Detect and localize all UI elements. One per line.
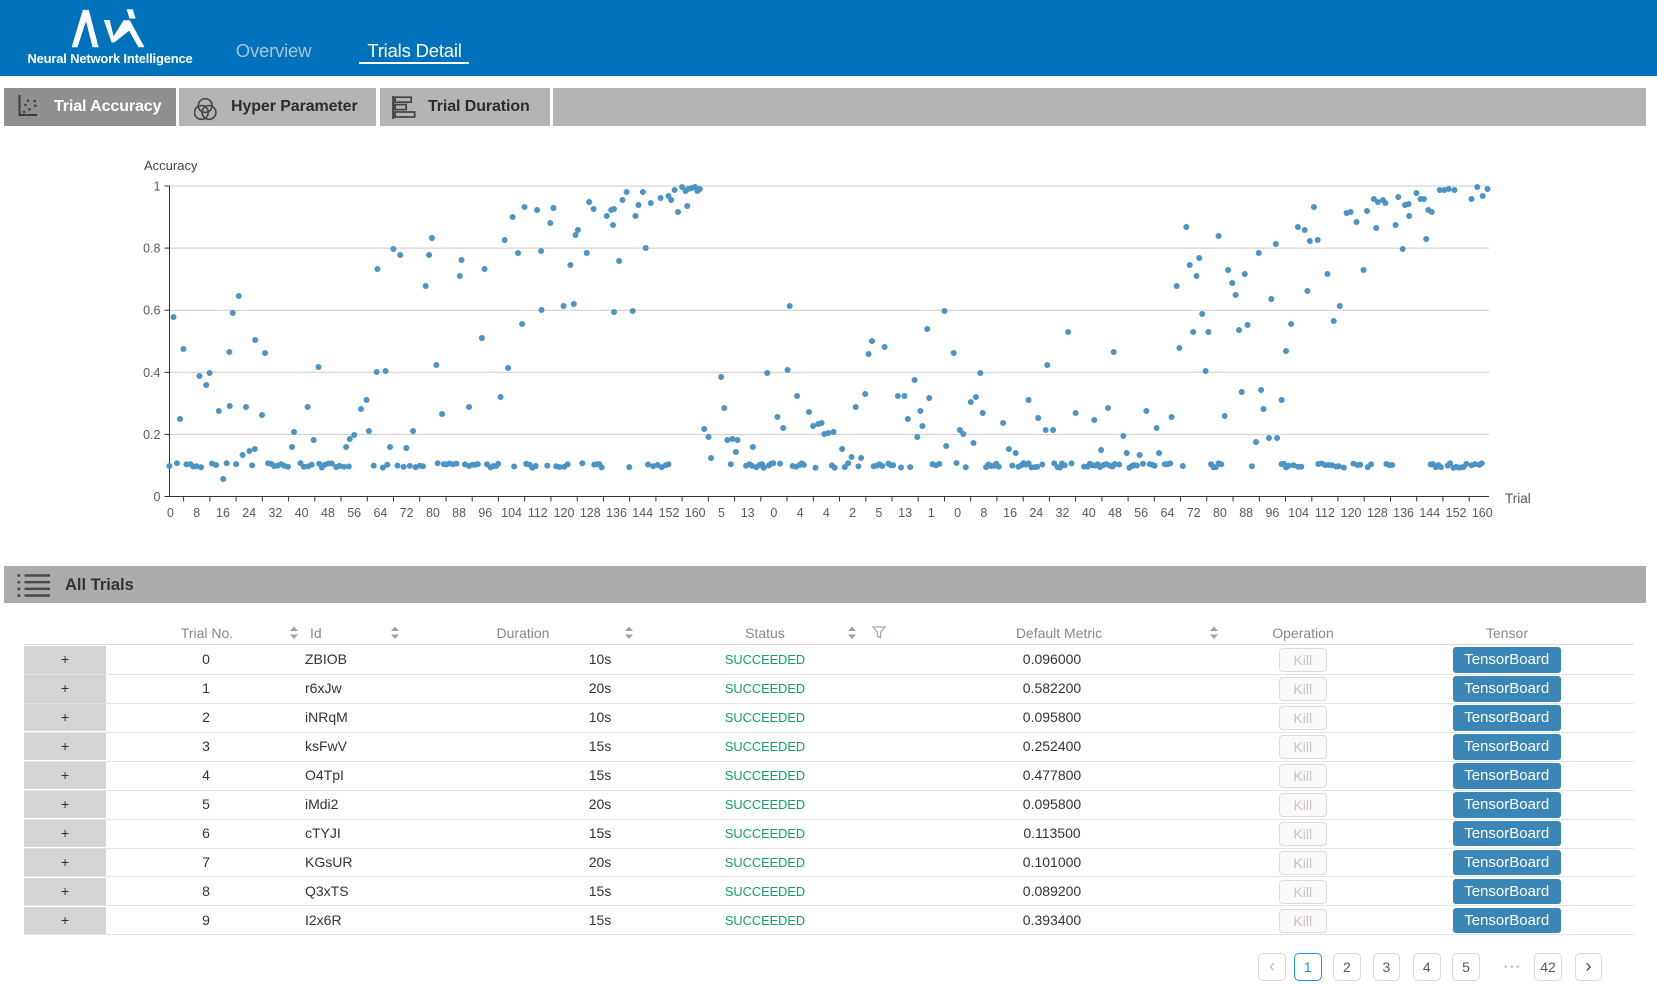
svg-text:160: 160	[1472, 506, 1493, 520]
svg-text:72: 72	[1187, 506, 1201, 520]
svg-text:112: 112	[1315, 506, 1335, 520]
svg-text:48: 48	[321, 506, 335, 520]
svg-text:32: 32	[1056, 506, 1070, 520]
svg-text:2: 2	[849, 506, 856, 520]
svg-text:72: 72	[400, 506, 414, 520]
svg-text:16: 16	[216, 506, 230, 520]
svg-text:96: 96	[1265, 506, 1279, 520]
svg-text:128: 128	[580, 506, 601, 520]
svg-text:104: 104	[1288, 506, 1309, 520]
svg-text:1: 1	[928, 506, 935, 520]
svg-text:8: 8	[193, 506, 200, 520]
svg-text:136: 136	[606, 506, 627, 520]
svg-text:152: 152	[1446, 506, 1467, 520]
svg-text:144: 144	[1419, 506, 1440, 520]
svg-text:136: 136	[1393, 506, 1414, 520]
svg-text:16: 16	[1003, 506, 1017, 520]
svg-text:13: 13	[741, 506, 755, 520]
svg-text:0: 0	[770, 506, 777, 520]
svg-text:4: 4	[797, 506, 804, 520]
svg-text:120: 120	[1341, 506, 1362, 520]
svg-text:0.8: 0.8	[143, 242, 160, 256]
svg-text:40: 40	[1082, 506, 1096, 520]
svg-text:0: 0	[154, 490, 161, 504]
svg-text:48: 48	[1108, 506, 1122, 520]
svg-text:144: 144	[632, 506, 653, 520]
svg-text:112: 112	[528, 506, 548, 520]
svg-text:5: 5	[718, 506, 725, 520]
svg-text:80: 80	[426, 506, 440, 520]
svg-text:160: 160	[685, 506, 706, 520]
svg-text:1: 1	[154, 180, 161, 194]
svg-text:0.6: 0.6	[143, 304, 160, 318]
svg-text:24: 24	[242, 506, 256, 520]
svg-text:88: 88	[1239, 506, 1253, 520]
svg-text:4: 4	[823, 506, 830, 520]
svg-text:24: 24	[1029, 506, 1043, 520]
svg-text:0: 0	[167, 506, 174, 520]
svg-text:56: 56	[1134, 506, 1148, 520]
svg-text:0.2: 0.2	[143, 428, 160, 442]
svg-text:152: 152	[659, 506, 680, 520]
svg-text:88: 88	[452, 506, 466, 520]
svg-text:5: 5	[875, 506, 882, 520]
svg-text:128: 128	[1367, 506, 1388, 520]
svg-text:64: 64	[373, 506, 387, 520]
svg-text:0.4: 0.4	[143, 366, 160, 380]
svg-text:13: 13	[898, 506, 912, 520]
svg-text:0: 0	[954, 506, 961, 520]
svg-text:8: 8	[980, 506, 987, 520]
svg-text:32: 32	[268, 506, 282, 520]
svg-text:104: 104	[501, 506, 522, 520]
svg-text:Trial: Trial	[1505, 491, 1531, 506]
svg-text:64: 64	[1161, 506, 1175, 520]
svg-text:Accuracy: Accuracy	[144, 158, 198, 173]
svg-text:56: 56	[347, 506, 361, 520]
svg-text:40: 40	[295, 506, 309, 520]
svg-text:120: 120	[554, 506, 575, 520]
svg-text:96: 96	[478, 506, 492, 520]
svg-text:80: 80	[1213, 506, 1227, 520]
